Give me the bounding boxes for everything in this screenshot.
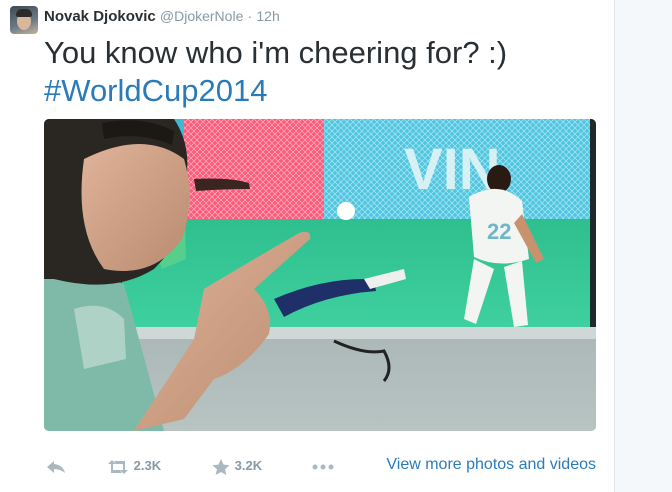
jersey-number: 22	[487, 219, 511, 244]
reply-icon	[47, 460, 65, 473]
tweet-text: You know who i'm cheering for? :) #World…	[44, 34, 604, 110]
tweet-photo[interactable]: VIN 22	[44, 119, 596, 431]
ellipsis-icon	[312, 464, 334, 470]
tweet-text-body: You know who i'm cheering for? :)	[44, 35, 508, 70]
tweet-actions: 2.3K 3.2K View more photos and videos	[44, 452, 600, 480]
author-fullname[interactable]: Novak Djokovic	[44, 8, 156, 25]
retweet-count: 2.3K	[133, 458, 162, 473]
favorite-button[interactable]: 3.2K	[211, 452, 262, 480]
soccer-ball	[337, 202, 355, 220]
favorite-count: 3.2K	[234, 458, 263, 473]
retweet-button[interactable]: 2.3K	[106, 452, 161, 480]
photo-illustration: VIN 22	[44, 119, 596, 431]
tweet-header: Novak Djokovic @DjokerNole · 12h	[44, 6, 280, 26]
reply-button[interactable]	[46, 452, 66, 480]
tv-stand-edge	[114, 327, 596, 339]
tweet-timestamp[interactable]: 12h	[256, 8, 279, 24]
more-button[interactable]	[312, 452, 334, 480]
goal-net-mesh	[184, 119, 324, 219]
view-more-link[interactable]: View more photos and videos	[386, 452, 596, 480]
avatar-hair	[16, 9, 32, 17]
right-gutter	[614, 0, 672, 492]
author-username[interactable]: @DjokerNole	[160, 8, 243, 24]
retweet-icon	[108, 459, 128, 474]
header-separator: ·	[247, 8, 253, 24]
star-icon	[212, 458, 230, 475]
hashtag-link[interactable]: #WorldCup2014	[44, 72, 604, 110]
avatar[interactable]	[10, 6, 38, 34]
tweet[interactable]: Novak Djokovic @DjokerNole · 12h You kno…	[0, 0, 614, 492]
